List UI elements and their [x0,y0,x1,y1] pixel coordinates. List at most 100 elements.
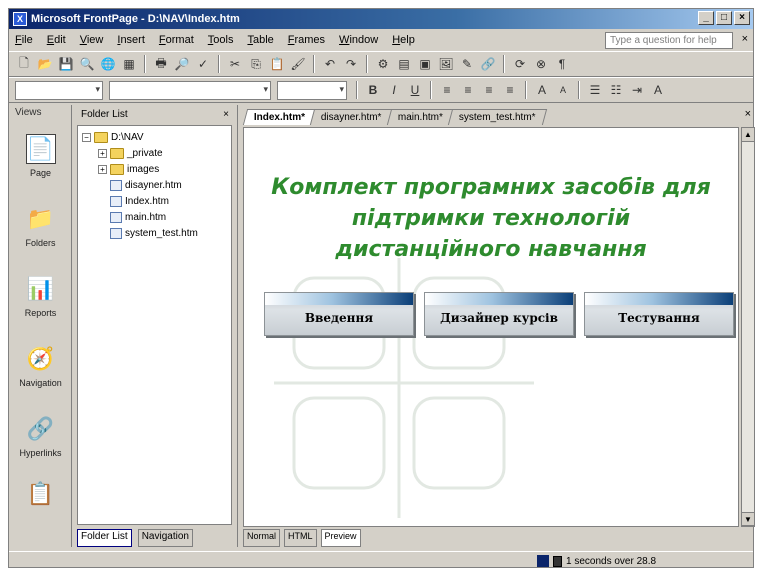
tree-node-private[interactable]: + _private [80,145,229,161]
view-page[interactable]: 📄 Page [9,121,72,191]
page-canvas[interactable]: Комплект програмних засобів для підтримк… [243,127,739,527]
format-painter-icon[interactable]: 🖌 [289,55,307,73]
doc-tab-index[interactable]: Index.htm* [242,109,317,125]
menu-window[interactable]: Window [339,34,378,46]
view-reports[interactable]: 📊 Reports [9,261,72,331]
align-left-icon[interactable]: ≡ [438,81,456,99]
style-dropdown[interactable] [15,80,103,100]
intro-button[interactable]: Введення [264,292,414,336]
redo-icon[interactable]: ↷ [342,55,360,73]
spelling-icon[interactable]: ✓ [194,55,212,73]
underline-icon[interactable]: U [406,81,424,99]
folder-list-close-icon[interactable]: × [223,109,229,120]
tree-node-images[interactable]: + images [80,161,229,177]
font-color-icon[interactable]: A [649,81,667,99]
new-page-icon[interactable]: 🗋 [15,55,33,73]
justify-icon[interactable]: ≡ [501,81,519,99]
show-all-icon[interactable]: ¶ [553,55,571,73]
bold-icon[interactable]: B [364,81,382,99]
print-icon[interactable]: 🖶 [152,55,170,73]
hyperlinks-view-icon: 🔗 [26,416,55,441]
save-icon[interactable]: 💾 [57,55,75,73]
web-component-icon[interactable]: ⚙ [374,55,392,73]
expand-icon[interactable]: + [98,148,107,158]
italic-icon[interactable]: I [385,81,403,99]
insert-layer-icon[interactable]: ▣ [416,55,434,73]
course-designer-button[interactable]: Дизайнер курсів [424,292,574,336]
increase-font-icon[interactable]: A [533,81,551,99]
font-dropdown[interactable] [109,80,271,100]
search-icon[interactable]: 🔍 [78,55,96,73]
collapse-icon[interactable]: − [82,132,91,142]
doc-tab-main[interactable]: main.htm* [386,109,454,125]
numbering-icon[interactable]: ☰ [586,81,604,99]
html-file-icon [110,227,122,239]
open-icon[interactable]: 📂 [36,55,54,73]
tree-node-disayner[interactable]: disayner.htm [80,177,229,193]
menu-table[interactable]: Table [247,34,273,46]
menu-close-icon[interactable]: × [742,33,748,45]
doc-tab-disayner[interactable]: disayner.htm* [309,109,393,125]
bullets-icon[interactable]: ☷ [607,81,625,99]
indent-icon[interactable]: ⇥ [628,81,646,99]
font-size-dropdown[interactable] [277,80,347,100]
tree-node-index[interactable]: Index.htm [80,193,229,209]
scroll-down-icon[interactable]: ▼ [742,512,754,526]
menu-edit[interactable]: Edit [47,34,66,46]
tab-folder-list[interactable]: Folder List [77,529,132,547]
maximize-button[interactable]: □ [716,11,732,25]
toolbar-separator [366,55,368,73]
undo-icon[interactable]: ↶ [321,55,339,73]
refresh-icon[interactable]: ⟳ [511,55,529,73]
minimize-button[interactable]: _ [698,11,714,25]
close-button[interactable]: × [734,11,750,25]
tab-navigation[interactable]: Navigation [137,529,193,547]
menu-format[interactable]: Format [159,34,194,46]
view-hyperlinks[interactable]: 🔗 Hyperlinks [9,401,72,471]
view-reports-label: Reports [24,308,57,318]
navigation-view-icon: 🧭 [26,346,55,371]
expand-icon[interactable]: + [98,164,107,174]
title-bar[interactable]: X Microsoft FrontPage - D:\NAV\Index.htm… [9,9,753,29]
help-question-input[interactable]: Type a question for help [605,32,733,49]
tab-html[interactable]: HTML [284,529,317,547]
stop-icon[interactable]: ⊗ [532,55,550,73]
folder-pane-tabs: Folder List Navigation [73,529,238,547]
menu-help[interactable]: Help [392,34,415,46]
toggle-pane-icon[interactable]: ▦ [120,55,138,73]
align-right-icon[interactable]: ≡ [480,81,498,99]
view-navigation[interactable]: 🧭 Navigation [9,331,72,401]
tree-node-system-test[interactable]: system_test.htm [80,225,229,241]
testing-button[interactable]: Тестування [584,292,734,336]
scroll-up-icon[interactable]: ▲ [742,128,754,142]
menu-file[interactable]: File [15,34,33,46]
tree-node-root[interactable]: − D:\NAV [80,129,229,145]
doc-tab-system-test[interactable]: system_test.htm* [447,109,547,125]
tree-node-label: Index.htm [125,195,169,207]
insert-table-icon[interactable]: ▤ [395,55,413,73]
decrease-font-icon[interactable]: A [554,81,572,99]
cut-icon[interactable]: ✂ [226,55,244,73]
testing-button-label: Тестування [618,311,700,325]
view-folders[interactable]: 📁 Folders [9,191,72,261]
view-tasks[interactable]: 📋 [9,471,72,521]
tab-preview[interactable]: Preview [320,529,361,547]
publish-icon[interactable]: 🌐 [99,55,117,73]
menu-insert[interactable]: Insert [117,34,145,46]
insert-picture-icon[interactable]: 🖼 [437,55,455,73]
tab-normal[interactable]: Normal [243,529,281,547]
menu-tools[interactable]: Tools [208,34,234,46]
drawing-icon[interactable]: ✎ [458,55,476,73]
close-document-icon[interactable]: × [745,108,751,120]
vertical-scrollbar[interactable]: ▲ ▼ [741,127,755,527]
copy-icon[interactable]: ⎘ [247,55,265,73]
menu-frames[interactable]: Frames [288,34,325,46]
paste-icon[interactable]: 📋 [268,55,286,73]
menu-view[interactable]: View [80,34,104,46]
align-center-icon[interactable]: ≡ [459,81,477,99]
page-headline: Комплект програмних засобів для підтримк… [244,172,738,265]
preview-icon[interactable]: 🔎 [173,55,191,73]
tree-node-main[interactable]: main.htm [80,209,229,225]
download-time-text: 1 seconds over 28.8 [566,555,657,567]
hyperlink-icon[interactable]: 🔗 [479,55,497,73]
